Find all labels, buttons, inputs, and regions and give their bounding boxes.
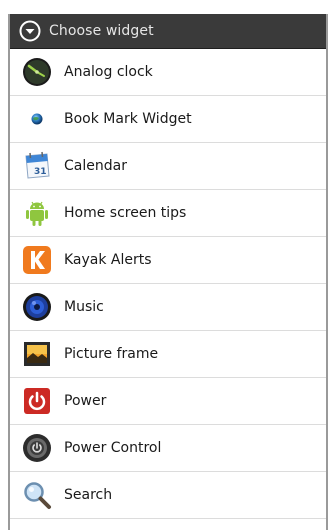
globe-dot-icon (21, 103, 53, 135)
widget-label: Power (64, 393, 107, 409)
analog-clock-icon (21, 56, 53, 88)
widget-list: Analog clock Book Mark Widget 31 Calenda… (10, 49, 326, 530)
dialog-header: Choose widget (10, 14, 326, 49)
magnifier-icon (21, 479, 53, 511)
widget-item-power-control[interactable]: Power Control (10, 425, 326, 472)
list-overflow-peek (10, 519, 326, 530)
widget-item-picture-frame[interactable]: Picture frame (10, 331, 326, 378)
widget-item-book-mark-widget[interactable]: Book Mark Widget (10, 96, 326, 143)
picture-frame-icon (21, 338, 53, 370)
widget-label: Search (64, 487, 113, 503)
widget-label: Power Control (64, 440, 162, 456)
widget-label: Home screen tips (64, 205, 187, 221)
widget-label: Picture frame (64, 346, 159, 362)
widget-picker-dialog: Choose widget Analog clock Book Mark Wid… (8, 14, 328, 530)
widget-item-home-screen-tips[interactable]: Home screen tips (10, 190, 326, 237)
kayak-k-icon (21, 244, 53, 276)
speaker-icon (21, 291, 53, 323)
dialog-title: Choose widget (49, 23, 154, 39)
widget-item-analog-clock[interactable]: Analog clock (10, 49, 326, 96)
widget-label: Kayak Alerts (64, 252, 152, 268)
power-icon (21, 385, 53, 417)
widget-label: Music (64, 299, 104, 315)
calendar-icon: 31 (21, 150, 53, 182)
android-robot-icon (21, 197, 53, 229)
widget-item-calendar[interactable]: 31 Calendar (10, 143, 326, 190)
widget-label: Book Mark Widget (64, 111, 192, 127)
chevron-down-circle-icon[interactable] (19, 20, 41, 42)
power-control-icon (21, 432, 53, 464)
widget-item-power[interactable]: Power (10, 378, 326, 425)
svg-text:31: 31 (34, 167, 47, 177)
widget-label: Analog clock (64, 64, 153, 80)
widget-item-music[interactable]: Music (10, 284, 326, 331)
widget-item-search[interactable]: Search (10, 472, 326, 519)
widget-label: Calendar (64, 158, 127, 174)
widget-item-kayak-alerts[interactable]: Kayak Alerts (10, 237, 326, 284)
